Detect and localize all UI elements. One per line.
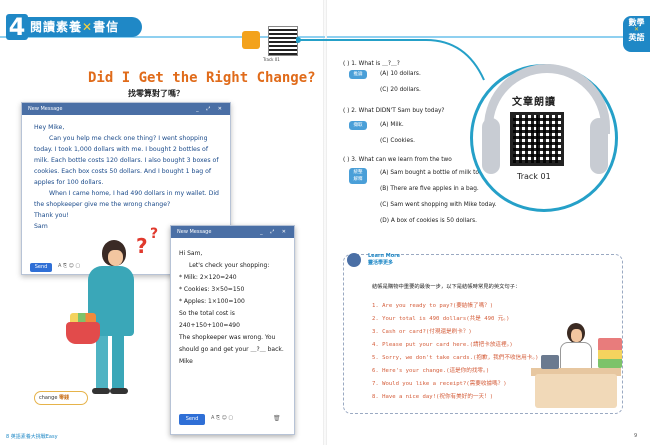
skill-tag-line: 解釋 (353, 177, 363, 182)
subject-tab-b: 英語 (628, 33, 645, 42)
vocab-tag: change 零錢 (34, 391, 88, 405)
small-qr-caption: Track 01 (263, 57, 280, 62)
subject-tab: 數學 ✕ 英語 (623, 16, 650, 52)
question-1-option[interactable]: (A) 10 dollars. (380, 71, 421, 77)
cash-register-icon (541, 355, 559, 369)
person-leg (96, 334, 108, 390)
phrase-item: 7. Would you like a receipt?(需要收據嗎？) (372, 381, 507, 387)
phrase-item: 3. Cash or card?(付現還是刷卡？) (372, 329, 472, 335)
person-face (108, 250, 123, 266)
store-shelf-icon (598, 338, 622, 368)
email-line: Thank you! (34, 212, 69, 219)
email-window-title: New Message (28, 106, 63, 112)
skill-tag: 擷取 (349, 121, 367, 130)
email-line: So the total cost is (179, 310, 235, 317)
unit-title-part-b: 書信 (93, 20, 120, 34)
send-button[interactable]: Send (30, 263, 52, 272)
email-line: When I came home, I had 490 dollars in m… (49, 190, 219, 197)
learn-more-title: Learn More 靈活學更多 (368, 253, 400, 267)
article-title: Did I Get the Right Change? (88, 70, 316, 86)
question-2-stem: ( ) 2. What DIDN'T Sam buy today? (343, 108, 445, 114)
phrase-item: 8. Have a nice day!(祝你有美好的一天！) (372, 394, 494, 400)
article-subtitle: 找零算對了嗎？ (128, 89, 184, 98)
cashier-face (571, 329, 582, 342)
headphone-cup-icon (482, 118, 500, 174)
vocab-word: change (39, 395, 58, 401)
email-line: Hey Mike, (34, 124, 65, 131)
audio-track: Track 01 (517, 172, 551, 181)
email-line: apples for 100 dollars. (34, 179, 104, 186)
learn-more-badge-icon (347, 253, 361, 267)
trash-icon[interactable]: 🗑 (273, 415, 281, 422)
phrase-item: 6. Here's your change.(這是你的找零。) (372, 368, 490, 374)
send-button[interactable]: Send (179, 414, 205, 425)
cashier-body (560, 342, 592, 370)
question-1-stem: ( ) 1. What is ＿?＿? (343, 61, 400, 67)
question-mark-icon: ? (136, 234, 148, 258)
email-window-mike: New Message _ ⤢ ✕ Hi Sam, Let's check yo… (170, 225, 295, 435)
email-window-header: New Message _ ⤢ ✕ (171, 226, 294, 238)
email-line: cookies. Each box costs 50 dollars. And … (34, 168, 212, 175)
learn-more-intro: 結帳是購物中重要的最後一步，以下是結帳時常見的英文句子： (372, 284, 521, 290)
audio-label: 文章朗讀 (512, 97, 556, 108)
checkout-counter (535, 374, 617, 408)
qr-code-icon[interactable] (510, 112, 564, 166)
unit-title-part-a: 閱讀素養 (30, 20, 83, 34)
app-logo-icon (242, 31, 260, 49)
question-2-option[interactable]: (C) Cookies. (380, 138, 415, 144)
footer-page-right: 9 (634, 433, 638, 439)
shopping-basket-icon (66, 322, 100, 344)
question-3-option[interactable]: (A) Sam bought a bottle of milk today. (380, 170, 491, 176)
headphone-cup-icon (590, 118, 608, 174)
unit-title-cross: ✕ (82, 20, 94, 34)
phrase-item: 5. Sorry, we don't take cards.(抱歉，我們不收信用… (372, 355, 539, 361)
email-window-header: New Message _ ⤢ ✕ (22, 103, 230, 115)
email-window-title: New Message (177, 229, 212, 235)
learn-more-title-zh: 靈活學更多 (368, 260, 394, 266)
unit-number: 4 (6, 14, 28, 40)
unit-title: 閱讀素養✕書信 (30, 18, 119, 35)
learn-more-title-en: Learn More (368, 253, 400, 259)
question-3-option[interactable]: (B) There are five apples in a bag. (380, 186, 479, 192)
phrase-item: 1. Are you ready to pay?(要結帳了嗎？) (372, 303, 494, 309)
email-line: 240+150+100=490 (179, 322, 240, 329)
footer-page-left: 8 英語素養大挑戰Easy (6, 434, 58, 440)
question-2-option[interactable]: (A) Milk. (380, 122, 404, 128)
qr-connector-line (296, 37, 485, 81)
person-shoe (92, 388, 110, 394)
question-mark-icon: ? (150, 226, 159, 242)
question-3-option[interactable]: (C) Sam went shopping with Mike today. (380, 202, 496, 208)
phrase-item: 2. Your total is 490 dollars(共是 490 元。) (372, 316, 510, 322)
window-controls-icon[interactable]: _ ⤢ ✕ (260, 226, 289, 238)
question-3-option[interactable]: (D) A box of cookies is 50 dollars. (380, 218, 477, 224)
format-toolbar-icon[interactable]: A ⎘ ☺ ▢ (58, 263, 80, 269)
email-line: Mike (179, 358, 193, 365)
skill-tag-line: 統整 (353, 170, 363, 175)
person-shoe (110, 388, 128, 394)
email-line: should go and get your ＿?＿ back. (179, 346, 284, 353)
email-line: Let's check your shopping: (189, 262, 270, 269)
email-line: Hi Sam, (179, 250, 203, 257)
skill-tag: 統整 解釋 (349, 168, 367, 184)
question-1-option[interactable]: (C) 20 dollars. (380, 87, 421, 93)
question-3-stem: ( ) 3. What can we learn from the two (343, 157, 452, 163)
window-controls-icon[interactable]: _ ⤢ ✕ (196, 103, 225, 115)
email-body-sam: Hey Mike, Can you help me check one thin… (22, 115, 230, 232)
email-body-mike: Hi Sam, Let's check your shopping: * Mil… (171, 238, 294, 368)
email-line: * Apples: 1×100=100 (179, 298, 245, 305)
email-line: * Cookies: 3×50=150 (179, 286, 245, 293)
email-line: milk. Each bottle costs 120 dollars. I a… (34, 157, 219, 164)
small-qr-code-icon[interactable] (268, 26, 298, 56)
email-line: Can you help me check one thing? I went … (49, 135, 208, 142)
format-toolbar-icon[interactable]: A ⎘ ☺ ▢ (211, 415, 233, 421)
email-line: the shopkeeper give me the wrong change? (34, 201, 171, 208)
email-line: today. I took 1,000 dollars with me. I b… (34, 146, 209, 153)
email-line: The shopkeeper was wrong. You (179, 334, 276, 341)
vocab-meaning: 零錢 (59, 395, 70, 401)
header-rule-right (327, 36, 623, 38)
person-leg (112, 334, 124, 390)
phrase-item: 4. Please put your card here.(請把卡放這裡。) (372, 342, 513, 348)
email-line: * Milk: 2×120=240 (179, 274, 237, 281)
skill-tag: 推論 (349, 70, 367, 79)
